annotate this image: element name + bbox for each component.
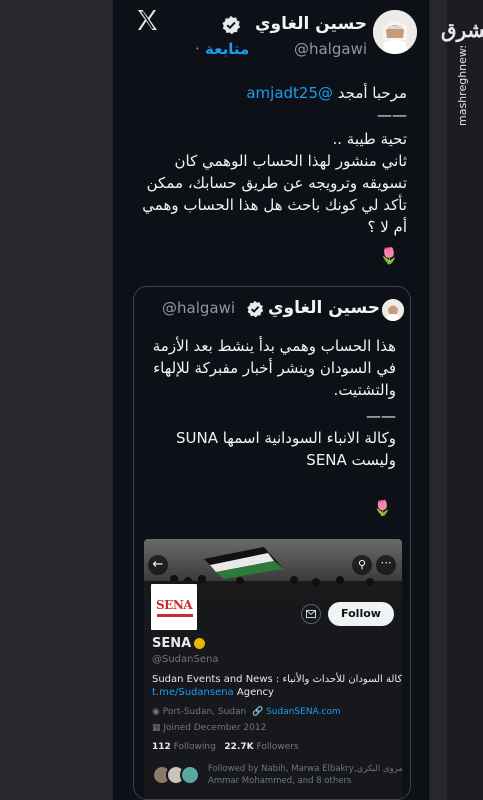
- tweet-line: أم لا ؟: [367, 218, 407, 236]
- quote-line: وكالة الانباء السودانية اسمها SUNA: [175, 429, 396, 447]
- greeting-line: مرحبا أمجد @amjadt25: [246, 82, 407, 104]
- separator-dot: ·: [195, 40, 200, 58]
- quoted-tweet[interactable]: @halgawi حسين الغاوي هذا الحساب وهمي بدأ…: [133, 286, 411, 800]
- mail-icon[interactable]: [301, 604, 321, 624]
- quote-author-name: حسين الغاوي: [267, 298, 380, 318]
- quote-line: هذا الحساب وهمي بدأ ينشط بعد الأزمة: [152, 337, 396, 355]
- more-icon[interactable]: ⋯: [376, 555, 396, 575]
- joined-text: Joined December 2012: [163, 723, 267, 733]
- verified-badge-icon: [247, 300, 264, 318]
- following-label[interactable]: Following: [174, 742, 216, 752]
- followed-by-line: Ammar Mohammed, and 8 others: [208, 776, 352, 786]
- divider-text: ——: [377, 106, 407, 124]
- profile-meta: ◉ Port-Sudan, Sudan 🔗 SudanSENA.com: [152, 707, 341, 717]
- quote-line: والتشتيت.: [333, 381, 396, 399]
- tulip-emoji: 🌷: [373, 499, 392, 517]
- tweet-line: تأكد لي كونك باحث هل هذا الحساب وهمي: [142, 196, 407, 214]
- author-avatar[interactable]: [373, 10, 417, 54]
- profile-bio-line2: t.me/Sudansena Agency: [152, 687, 274, 698]
- profile-counts: 112 Following 22.7K Followers: [152, 742, 299, 752]
- profile-name: SENA: [152, 636, 192, 651]
- x-logo-icon[interactable]: [135, 8, 159, 32]
- gold-verified-icon: [194, 638, 205, 649]
- mention-link[interactable]: @amjadt25: [246, 84, 333, 102]
- avatar: [180, 765, 200, 785]
- follow-button[interactable]: Follow: [328, 602, 394, 626]
- link-icon: 🔗: [251, 707, 264, 717]
- profile-handle: @SudanSena: [152, 654, 219, 665]
- tulip-emoji: 🌷: [379, 246, 399, 265]
- search-icon[interactable]: ⚲: [352, 555, 372, 575]
- profile-website[interactable]: SudanSENA.com: [266, 707, 341, 717]
- followers-label[interactable]: Followers: [256, 742, 298, 752]
- verified-badge-icon: [222, 15, 241, 35]
- tweet-line: تحية طيبة ..: [332, 130, 407, 148]
- sena-logo: SENA: [148, 581, 200, 633]
- tweet-line: تسويقه وترويجه عن طريق حسابك، ممكن: [146, 174, 407, 192]
- watermark-url-text: mashreghnews.ir: [456, 46, 469, 126]
- location-icon: ◉: [152, 707, 160, 717]
- profile-location: Port-Sudan, Sudan: [162, 707, 247, 717]
- followed-by-line: Followed by Nabih, Marwa Elbakry,مروى ال…: [208, 764, 402, 774]
- calendar-icon: ▦: [152, 723, 161, 733]
- quote-avatar: [382, 299, 404, 321]
- tweet-card: حسين الغاوي @halgawi · متابعة مرحبا أمجد…: [112, 0, 430, 800]
- follow-link[interactable]: متابعة: [205, 40, 249, 58]
- quote-handle: @halgawi: [162, 299, 236, 317]
- followed-by-text[interactable]: Followed by Nabih, Marwa Elbakry,مروى ال…: [208, 763, 402, 787]
- profile-bio: Sudan Events and News : وكالة السودان لل…: [152, 674, 402, 685]
- profile-screenshot: ← ⚲ ⋯ SENA Follow SENA @SudanSena Sudan …: [144, 539, 402, 799]
- profile-joined: ▦ Joined December 2012: [152, 723, 266, 733]
- watermark-url: mashreghnews.ir: [456, 46, 469, 126]
- followed-by-avatars[interactable]: [152, 765, 204, 787]
- back-arrow-icon[interactable]: ←: [148, 555, 168, 575]
- greeting-text: مرحبا أمجد: [337, 84, 407, 102]
- quote-line: في السودان وينشر أخبار مفبركة للإلهاء: [153, 359, 396, 377]
- bio-suffix: Agency: [233, 687, 274, 698]
- author-name[interactable]: حسين الغاوي: [255, 14, 367, 34]
- quote-line: وليست SENA: [306, 451, 396, 469]
- quote-divider: ——: [366, 407, 396, 425]
- following-count[interactable]: 112: [152, 742, 171, 752]
- watermark-logo: مشرق: [441, 18, 483, 42]
- followers-count[interactable]: 22.7K: [224, 742, 253, 752]
- sena-logo-text: SENA: [156, 598, 193, 612]
- author-handle[interactable]: @halgawi: [294, 40, 367, 58]
- bio-link[interactable]: t.me/Sudansena: [152, 687, 234, 698]
- tweet-line: ثاني منشور لهذا الحساب الوهمي كان: [174, 152, 407, 170]
